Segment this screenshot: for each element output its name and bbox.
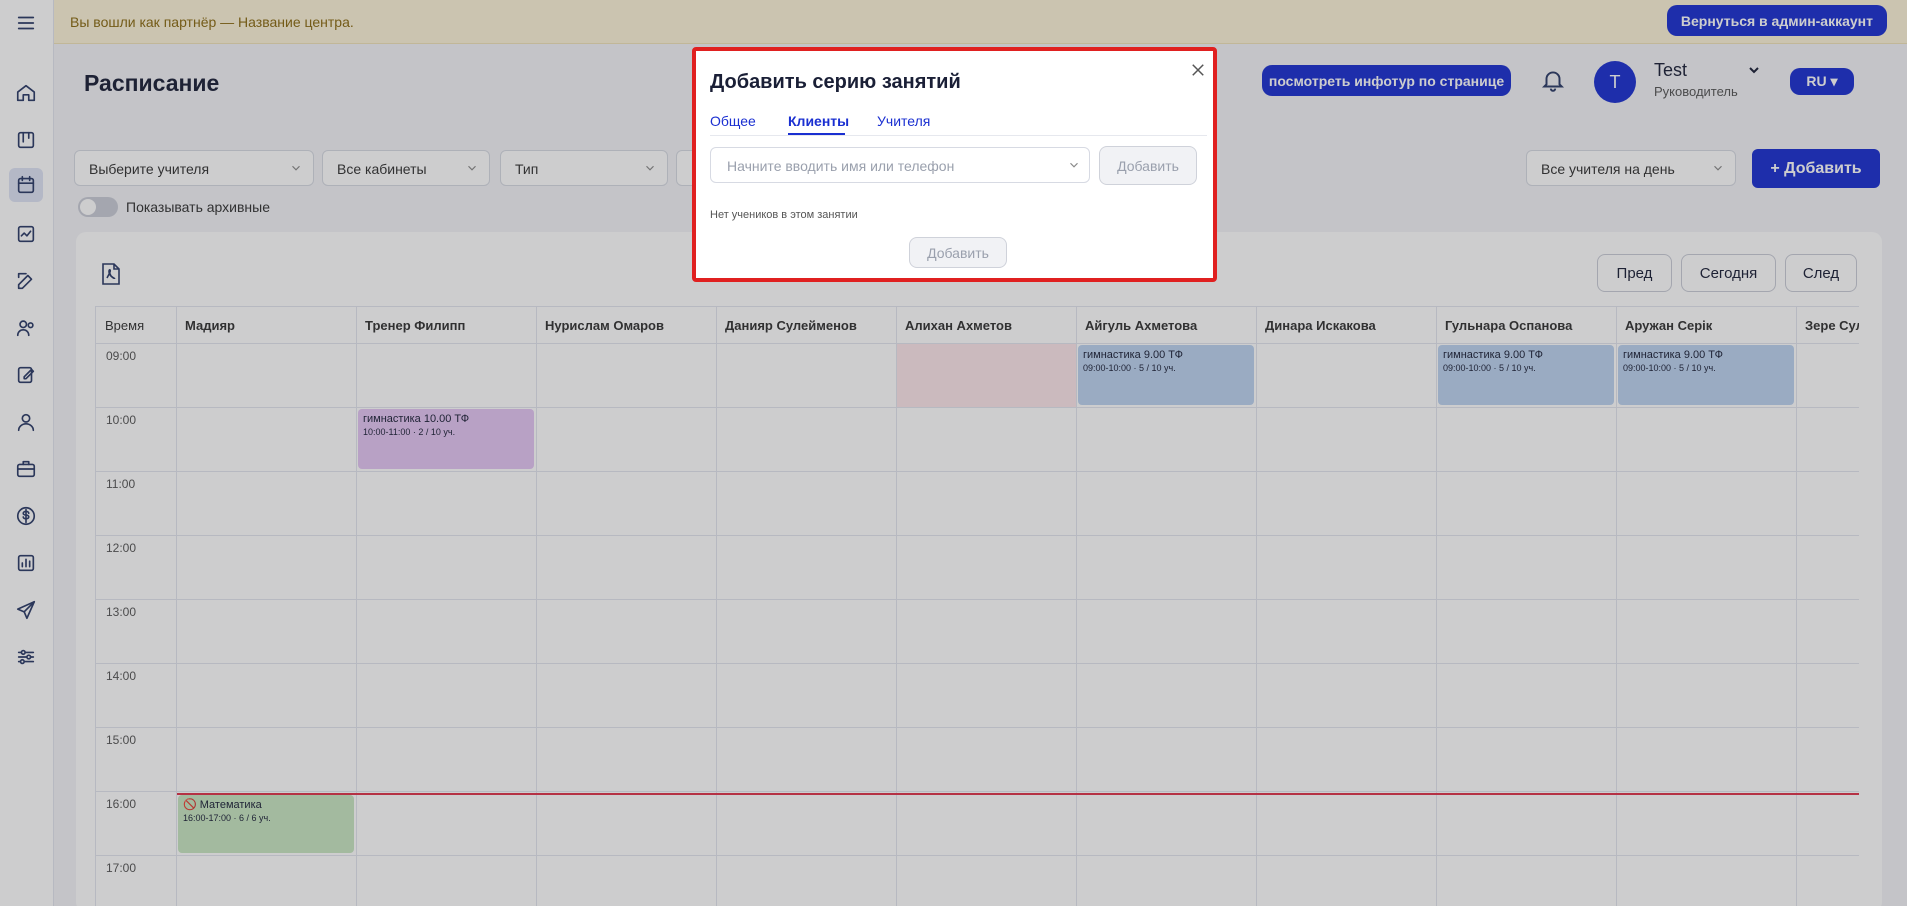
client-search-select[interactable]: Начните вводить имя или телефон (710, 147, 1090, 183)
add-client-button[interactable]: Добавить (1099, 146, 1197, 185)
client-search-placeholder: Начните вводить имя или телефон (727, 158, 955, 174)
modal-title: Добавить серию занятий (710, 71, 961, 93)
tab-divider (710, 135, 1207, 136)
tab-general[interactable]: Общее (710, 113, 756, 129)
add-series-modal: Добавить серию занятий Общее Клиенты Учи… (692, 47, 1217, 282)
tab-clients[interactable]: Клиенты (788, 113, 849, 129)
submit-add-button[interactable]: Добавить (909, 237, 1007, 268)
tab-teachers[interactable]: Учителя (877, 113, 930, 129)
chevron-down-icon (1070, 162, 1078, 168)
close-icon[interactable] (1189, 61, 1207, 79)
empty-students-text: Нет учеников в этом занятии (710, 209, 858, 221)
active-tab-indicator (788, 133, 845, 135)
